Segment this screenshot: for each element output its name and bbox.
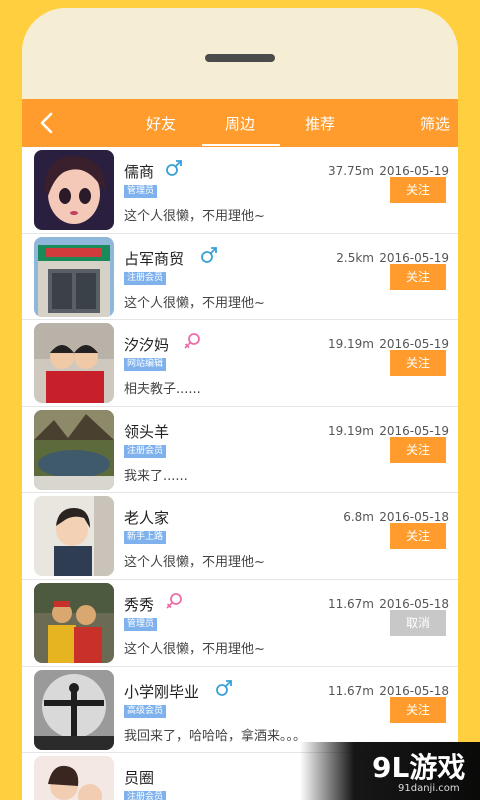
watermark-logo: 9L游戏 91danji.com <box>300 742 480 800</box>
follow-button[interactable]: 关注 <box>390 436 446 463</box>
user-signature: 我来了...... <box>124 468 188 484</box>
follow-button[interactable]: 关注 <box>390 523 446 550</box>
nearby-user-list[interactable]: 儒商 管理员 这个人很懒，不用理他~ 37.75m 2016-05-19 关注 … <box>22 147 458 800</box>
follow-button[interactable]: 关注 <box>390 263 446 290</box>
member-badge: 注册会员 <box>124 444 167 458</box>
user-avatar[interactable] <box>34 409 114 490</box>
user-avatar[interactable] <box>34 582 114 663</box>
user-date: 2016-05-19 <box>379 164 449 178</box>
user-signature: 这个人很懒，不用理他~ <box>124 641 265 657</box>
female-icon <box>183 332 201 350</box>
member-badge: 注册会员 <box>124 271 167 285</box>
male-icon <box>200 246 218 264</box>
user-avatar[interactable] <box>34 150 114 230</box>
user-avatar[interactable] <box>34 756 114 800</box>
user-name: 秀秀 <box>124 595 155 614</box>
user-distance: 19.19m <box>327 423 374 438</box>
user-avatar[interactable] <box>34 323 114 404</box>
user-date: 2016-05-19 <box>379 423 449 438</box>
user-signature: 我回来了，哈哈哈，拿酒来。。。 <box>124 728 307 744</box>
user-avatar[interactable] <box>34 236 114 317</box>
speaker-grille <box>205 54 275 62</box>
user-distance: 37.75m <box>327 164 374 178</box>
member-badge: 管理员 <box>124 617 158 631</box>
tab-nearby[interactable]: 周边 <box>225 113 255 134</box>
list-item[interactable]: 秀秀 管理员 这个人很懒，不用理他~ 11.67m 2016-05-18 取消 <box>22 579 458 667</box>
user-name: 小学刚毕业 <box>124 682 200 701</box>
follow-button[interactable]: 关注 <box>390 177 446 203</box>
user-name: 汐汐妈 <box>124 336 170 355</box>
user-distance: 2.5km <box>336 250 374 265</box>
user-signature: 相夫教子...... <box>124 382 201 398</box>
back-chevron-icon[interactable] <box>36 111 60 135</box>
user-date: 2016-05-18 <box>379 683 449 698</box>
female-icon <box>165 592 183 610</box>
user-signature: 这个人很懒，不用理他~ <box>124 209 265 224</box>
user-distance: 11.67m <box>327 596 374 611</box>
tab-friends[interactable]: 好友 <box>146 113 176 134</box>
user-distance: 11.67m <box>327 683 374 698</box>
watermark-logo-text: 9L游戏 <box>372 751 466 784</box>
member-badge: 注册会员 <box>124 791 167 800</box>
user-name: 领头羊 <box>124 422 170 441</box>
list-item[interactable]: 领头羊 注册会员 我来了...... 19.19m 2016-05-19 关注 <box>22 406 458 494</box>
filter-button[interactable]: 筛选 <box>420 113 450 134</box>
top-navigation-bar: 好友 周边 推荐 筛选 <box>22 99 458 147</box>
phone-frame: 好友 周边 推荐 筛选 儒商 管理员 这个人很懒，不用理他~ 37.75m 20… <box>22 8 458 800</box>
user-avatar[interactable] <box>34 669 114 750</box>
user-name: 员圈 <box>124 769 155 788</box>
user-signature: 这个人很懒，不用理他~ <box>124 295 265 311</box>
member-badge: 高级会员 <box>124 704 167 718</box>
list-item[interactable]: 小学刚毕业 高级会员 我回来了，哈哈哈，拿酒来。。。 11.67m 2016-0… <box>22 666 458 754</box>
unfollow-button[interactable]: 取消 <box>390 609 446 636</box>
member-badge: 新手上路 <box>124 531 167 545</box>
male-icon <box>215 679 233 697</box>
user-name: 儒商 <box>124 163 155 181</box>
active-tab-indicator <box>202 144 280 146</box>
user-name: 占军商贸 <box>124 249 185 268</box>
member-badge: 管理员 <box>124 185 158 198</box>
male-icon <box>165 159 183 177</box>
list-item[interactable]: 汐汐妈 网站编辑 相夫教子...... 19.19m 2016-05-19 关注 <box>22 320 458 407</box>
user-distance: 19.19m <box>327 337 374 352</box>
user-date: 2016-05-18 <box>379 596 449 611</box>
follow-button[interactable]: 关注 <box>390 696 446 723</box>
user-signature: 这个人很懒，不用理他~ <box>124 555 265 571</box>
phone-top-bezel <box>22 8 458 100</box>
list-item[interactable]: 老人家 新手上路 这个人很懒，不用理他~ 6.8m 2016-05-18 关注 <box>22 493 458 580</box>
watermark-url: 91danji.com <box>398 783 460 794</box>
user-distance: 6.8m <box>343 510 374 525</box>
list-item[interactable]: 儒商 管理员 这个人很懒，不用理他~ 37.75m 2016-05-19 关注 <box>22 147 458 234</box>
user-date: 2016-05-19 <box>379 250 449 265</box>
tab-recommend[interactable]: 推荐 <box>305 113 335 134</box>
user-avatar[interactable] <box>34 496 114 577</box>
user-date: 2016-05-19 <box>379 337 449 352</box>
list-item[interactable]: 占军商贸 注册会员 这个人很懒，不用理他~ 2.5km 2016-05-19 关… <box>22 233 458 321</box>
member-badge: 网站编辑 <box>124 358 167 372</box>
user-date: 2016-05-18 <box>379 510 449 525</box>
follow-button[interactable]: 关注 <box>390 350 446 377</box>
user-name: 老人家 <box>124 509 170 528</box>
